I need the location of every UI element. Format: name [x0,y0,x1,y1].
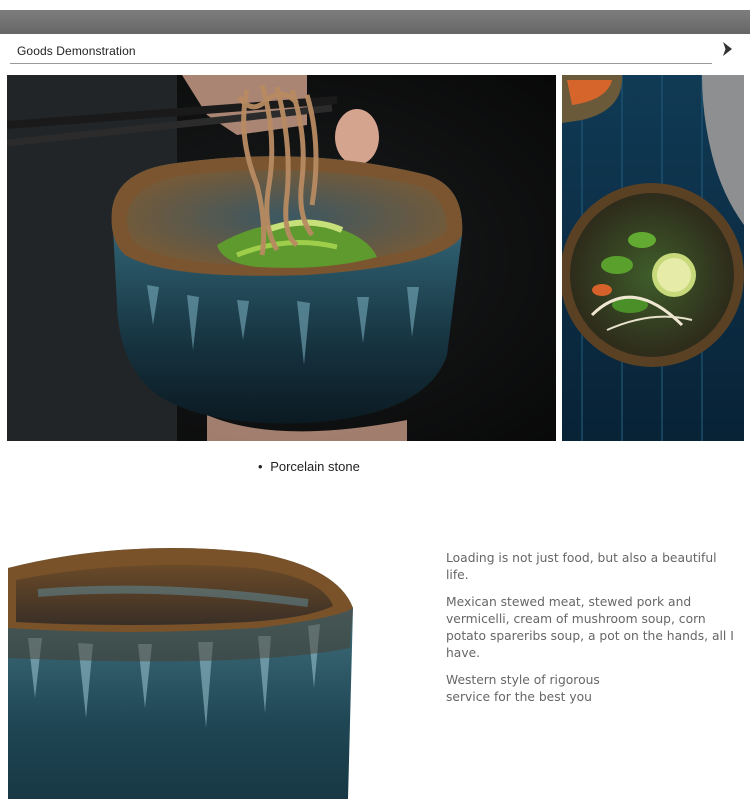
bowl-with-noodles-photo [7,75,556,441]
caption-bullet: • [258,459,263,474]
description-paragraph-1: Loading is not just food, but also a bea… [446,551,717,582]
chevron-right-icon[interactable] [718,39,738,59]
bowl-with-salad-photo [562,75,744,441]
top-banner-bar [0,10,750,34]
bowl-closeup-photo [8,518,418,799]
section-header: Goods Demonstration [0,34,750,68]
caption-text: Porcelain stone [270,459,360,474]
material-caption: • Porcelain stone [258,459,360,474]
description-paragraph-3: Western style of rigorous service for th… [446,673,600,704]
description-paragraph-2: Mexican stewed meat, stewed pork and ver… [446,595,734,660]
section-title: Goods Demonstration [17,44,136,58]
header-divider [10,63,712,64]
